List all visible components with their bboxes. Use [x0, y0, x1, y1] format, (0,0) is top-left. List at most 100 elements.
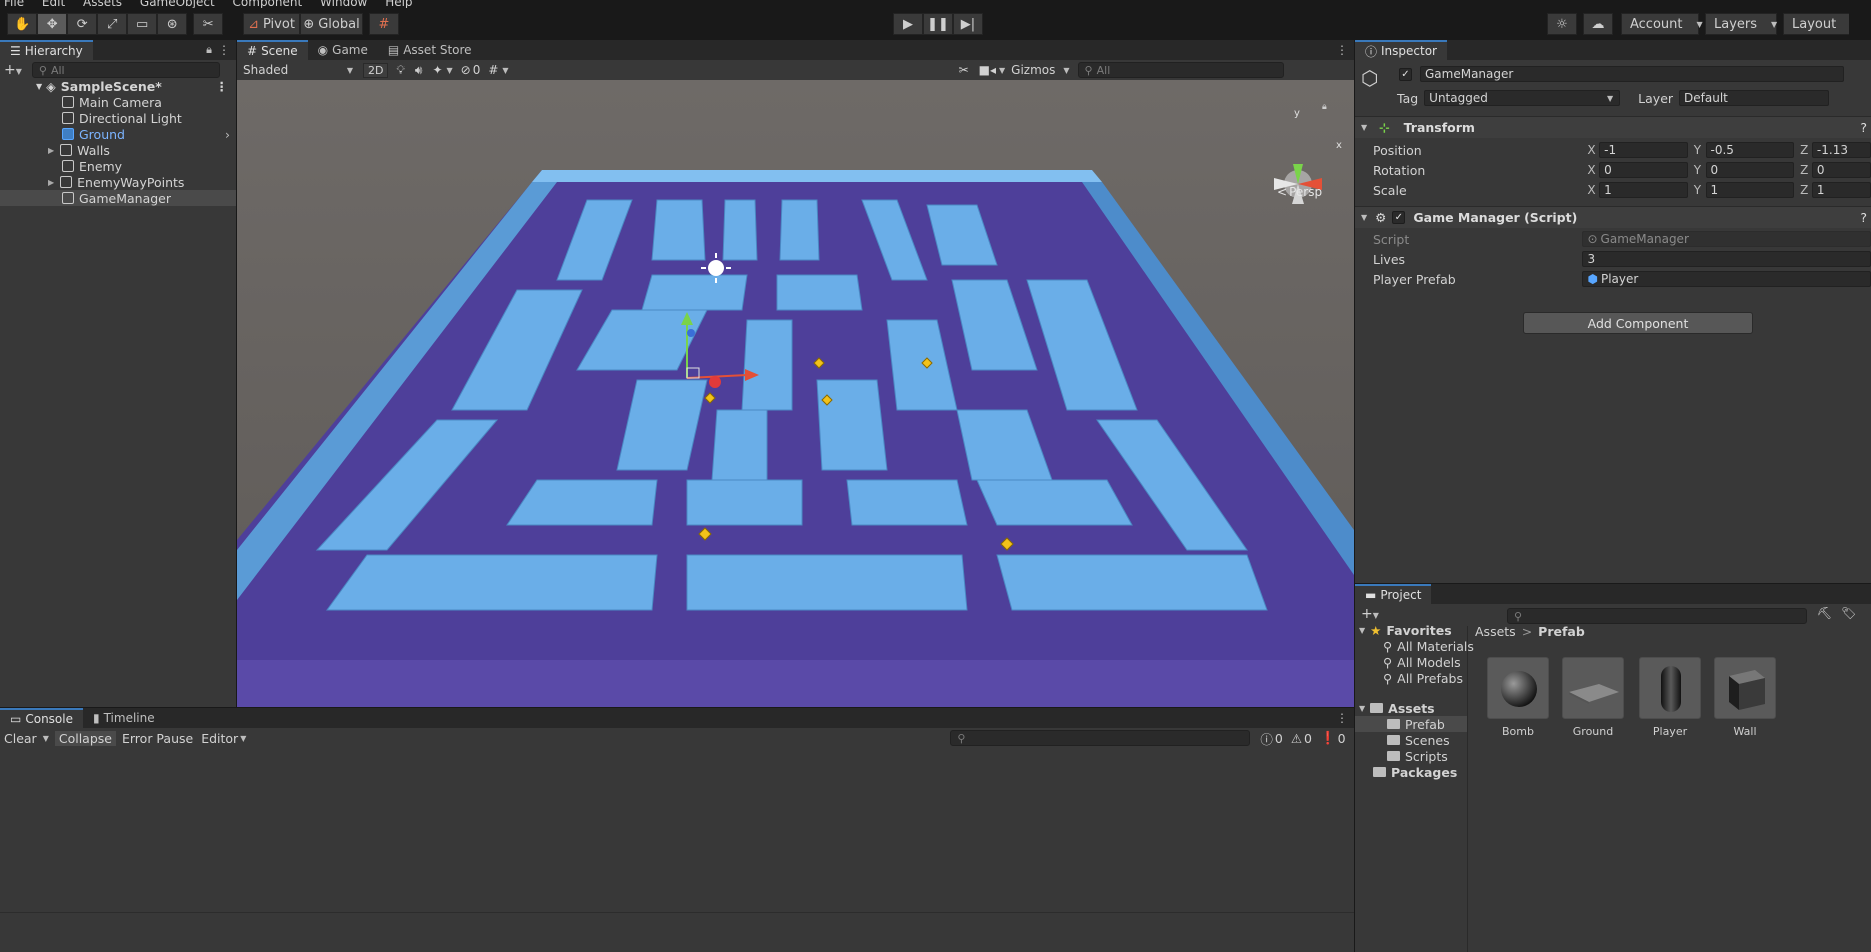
- layer-dropdown[interactable]: Default: [1679, 90, 1830, 106]
- services-button[interactable]: ☼: [1547, 13, 1577, 35]
- position-z-input[interactable]: -1.13: [1811, 142, 1871, 158]
- favorites-all-models[interactable]: ⚲ All Models: [1383, 654, 1461, 670]
- chevron-down-icon[interactable]: ▼: [999, 66, 1005, 75]
- breadcrumb-prefab[interactable]: Prefab: [1538, 624, 1585, 639]
- object-name-input[interactable]: GameManager: [1420, 66, 1844, 82]
- add-button[interactable]: +▼: [4, 62, 22, 78]
- audio-icon[interactable]: 🔊︎: [415, 63, 423, 78]
- favorites-all-materials[interactable]: ⚲ All Materials: [1383, 638, 1474, 654]
- hierarchy-search-input[interactable]: ⚲ All: [31, 62, 220, 78]
- tab-hierarchy[interactable]: ☰ Hierarchy: [0, 40, 93, 60]
- scale-z-input[interactable]: 1: [1811, 182, 1871, 198]
- script-enabled-checkbox[interactable]: ✓: [1392, 211, 1406, 224]
- step-button[interactable]: ▶|: [953, 13, 983, 35]
- clear-options-chevron[interactable]: ▼: [43, 734, 49, 743]
- console-search-input[interactable]: ⚲: [950, 730, 1251, 746]
- account-dropdown[interactable]: Account ▼: [1621, 13, 1703, 35]
- transform-header[interactable]: ▼ ⊹ Transform ?: [1355, 116, 1871, 138]
- favorites-folder[interactable]: ▼ ★ Favorites: [1359, 622, 1452, 638]
- lives-input[interactable]: 3: [1582, 251, 1871, 267]
- chevron-down-icon[interactable]: ▼: [1361, 213, 1367, 222]
- kebab-menu-icon[interactable]: ⋮: [1336, 711, 1348, 725]
- move-tool-button[interactable]: ✥: [37, 13, 68, 35]
- favorites-all-prefabs[interactable]: ⚲ All Prefabs: [1383, 670, 1463, 686]
- warning-icon[interactable]: ⚠: [1291, 731, 1302, 746]
- chevron-down-icon[interactable]: ▼: [1361, 123, 1367, 132]
- assets-folder[interactable]: ▼ Assets: [1359, 700, 1435, 716]
- layers-dropdown[interactable]: Layers ▼: [1705, 13, 1777, 35]
- folder-scripts[interactable]: Scripts: [1387, 748, 1448, 764]
- scene-viewport[interactable]: y x 🔒︎ < Persp: [237, 80, 1354, 707]
- transform-tool-button[interactable]: ⊛: [157, 13, 188, 35]
- persp-label[interactable]: < Persp: [1277, 185, 1322, 199]
- hierarchy-item-main-camera[interactable]: Main Camera: [0, 94, 236, 110]
- rotate-tool-button[interactable]: ⟳: [67, 13, 98, 35]
- asset-wall[interactable]: Wall: [1713, 657, 1777, 738]
- game-manager-script-header[interactable]: ▼ ⚙ ✓ Game Manager (Script) ?: [1355, 206, 1871, 228]
- gizmos-dropdown[interactable]: Gizmos ▼: [1011, 63, 1069, 77]
- tab-game[interactable]: ◉ Game: [307, 40, 378, 60]
- position-x-input[interactable]: -1: [1599, 142, 1688, 158]
- menu-gameobject[interactable]: GameObject: [140, 0, 215, 8]
- hidden-objects-icon[interactable]: ⊘: [461, 63, 471, 77]
- scale-tool-button[interactable]: ⤢: [97, 13, 128, 35]
- shading-dropdown[interactable]: Shaded ▼: [239, 61, 357, 79]
- camera-icon[interactable]: ■◂: [979, 63, 996, 77]
- error-icon[interactable]: ❗: [1320, 730, 1336, 746]
- error-pause-toggle[interactable]: Error Pause: [122, 731, 193, 746]
- scale-x-input[interactable]: 1: [1599, 182, 1688, 198]
- hierarchy-item-gamemanager[interactable]: GameManager: [0, 190, 236, 206]
- kebab-menu-icon[interactable]: ⋮: [216, 79, 229, 94]
- menu-assets[interactable]: Assets: [83, 0, 122, 8]
- project-add-button[interactable]: +▼: [1361, 606, 1379, 622]
- custom-tool-button[interactable]: ✂: [193, 13, 224, 35]
- layout-dropdown[interactable]: Layout: [1783, 13, 1849, 35]
- lighting-icon[interactable]: 💡︎: [396, 63, 404, 78]
- filter-by-label-icon[interactable]: 🏷︎: [1841, 606, 1856, 620]
- breadcrumb-assets[interactable]: Assets: [1475, 624, 1516, 639]
- hand-tool-button[interactable]: ✋: [7, 13, 38, 35]
- help-icon[interactable]: ?: [1860, 120, 1867, 135]
- asset-ground[interactable]: Ground: [1561, 657, 1625, 738]
- hierarchy-item-directional-light[interactable]: Directional Light: [0, 110, 236, 126]
- clear-button[interactable]: Clear: [4, 731, 37, 746]
- menu-window[interactable]: Window: [320, 0, 367, 8]
- play-button[interactable]: ▶: [893, 13, 923, 35]
- pivot-button[interactable]: ⊿ Pivot: [243, 13, 300, 35]
- chevron-down-icon[interactable]: ▼: [240, 734, 246, 743]
- global-button[interactable]: ⊕ Global: [300, 13, 363, 35]
- menu-file[interactable]: File: [4, 0, 24, 8]
- pause-button[interactable]: ❚❚: [923, 13, 953, 35]
- tab-scene[interactable]: # Scene: [237, 40, 308, 60]
- chevron-right-icon[interactable]: ›: [225, 127, 230, 142]
- rotation-z-input[interactable]: 0: [1811, 162, 1871, 178]
- kebab-menu-icon[interactable]: ⋮: [1336, 43, 1348, 57]
- tab-asset-store[interactable]: ▤ Asset Store: [377, 40, 482, 60]
- folder-prefab[interactable]: Prefab: [1355, 716, 1467, 732]
- collapse-toggle[interactable]: Collapse: [54, 730, 116, 746]
- chevron-right-icon[interactable]: ▶: [48, 178, 54, 187]
- player-prefab-field[interactable]: ⬢ Player: [1582, 271, 1871, 287]
- menu-component[interactable]: Component: [233, 0, 303, 8]
- chevron-down-icon[interactable]: ▼: [502, 66, 508, 75]
- filter-by-type-icon[interactable]: ⛏: [1817, 606, 1832, 620]
- tab-timeline[interactable]: ▮ Timeline: [82, 708, 165, 728]
- help-icon[interactable]: ?: [1860, 210, 1867, 225]
- grid-snap-button[interactable]: #: [369, 13, 399, 35]
- position-y-input[interactable]: -0.5: [1705, 142, 1795, 158]
- scene-root[interactable]: ▼ ◈ SampleScene* ⋮: [0, 78, 236, 94]
- kebab-menu-icon[interactable]: ⋮: [218, 43, 230, 57]
- menu-edit[interactable]: Edit: [42, 0, 65, 8]
- folder-scenes[interactable]: Scenes: [1387, 732, 1450, 748]
- hierarchy-item-ground[interactable]: Ground ›: [0, 126, 236, 142]
- hierarchy-item-enemy[interactable]: Enemy: [0, 158, 236, 174]
- hierarchy-item-walls[interactable]: ▶ Walls: [0, 142, 236, 158]
- hierarchy-item-enemywaypoints[interactable]: ▶ EnemyWayPoints: [0, 174, 236, 190]
- tag-dropdown[interactable]: Untagged ▼: [1424, 90, 1621, 106]
- lock-icon[interactable]: 🔒︎: [1322, 102, 1327, 112]
- active-checkbox[interactable]: ✓: [1399, 67, 1412, 81]
- cloud-button[interactable]: ☁: [1583, 13, 1613, 35]
- scene-search-input[interactable]: ⚲ All: [1077, 62, 1284, 78]
- tab-console[interactable]: ▭ Console: [0, 708, 83, 728]
- packages-folder[interactable]: Packages: [1373, 764, 1457, 780]
